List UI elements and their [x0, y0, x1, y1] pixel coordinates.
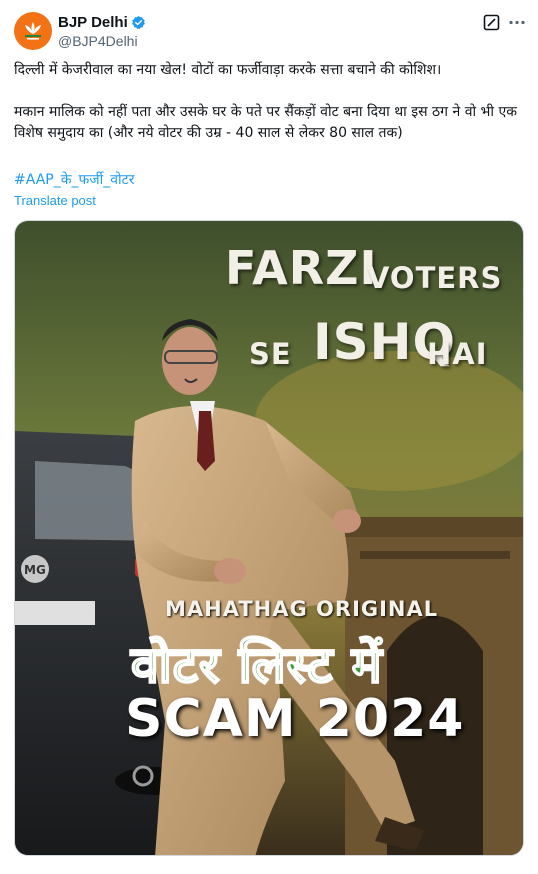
poster-se: SE — [249, 337, 292, 371]
poster-voters: VOTERS — [367, 261, 503, 295]
translate-post-link[interactable]: Translate post — [14, 193, 96, 208]
post-text: दिल्ली में केजरीवाल का नया खेल! वोटों का… — [14, 60, 526, 144]
post-media-image[interactable]: MG FARZI VOTERS SE ISHQ HAI MAHATHAG ORI… — [14, 220, 524, 856]
display-name[interactable]: BJP Delhi — [58, 14, 128, 31]
post-header: BJP Delhi @BJP4Delhi — [14, 12, 526, 52]
poster-hindi-title: वोटर लिस्ट में — [130, 635, 383, 695]
poster-farzi: FARZI — [225, 241, 378, 295]
handle[interactable]: @BJP4Delhi — [58, 33, 146, 49]
poster-subtitle: MAHATHAG ORIGINAL — [165, 597, 439, 621]
car-badge: MG — [24, 563, 46, 577]
more-dots-icon[interactable] — [508, 14, 526, 31]
grok-icon[interactable] — [483, 14, 500, 31]
avatar[interactable] — [14, 12, 52, 50]
post-text-line2: मकान मालिक को नहीं पता और उसके घर के पते… — [14, 104, 517, 141]
poster-hai: HAI — [427, 337, 488, 371]
verified-badge-icon — [131, 15, 145, 29]
hashtag-link[interactable]: #AAP_के_फर्जी_वोटर — [14, 170, 134, 190]
post-text-line1: दिल्ली में केजरीवाल का नया खेल! वोटों का… — [14, 62, 442, 78]
poster-scam-title: SCAM 2024 — [125, 689, 465, 749]
bjp-lotus-logo — [25, 22, 41, 40]
